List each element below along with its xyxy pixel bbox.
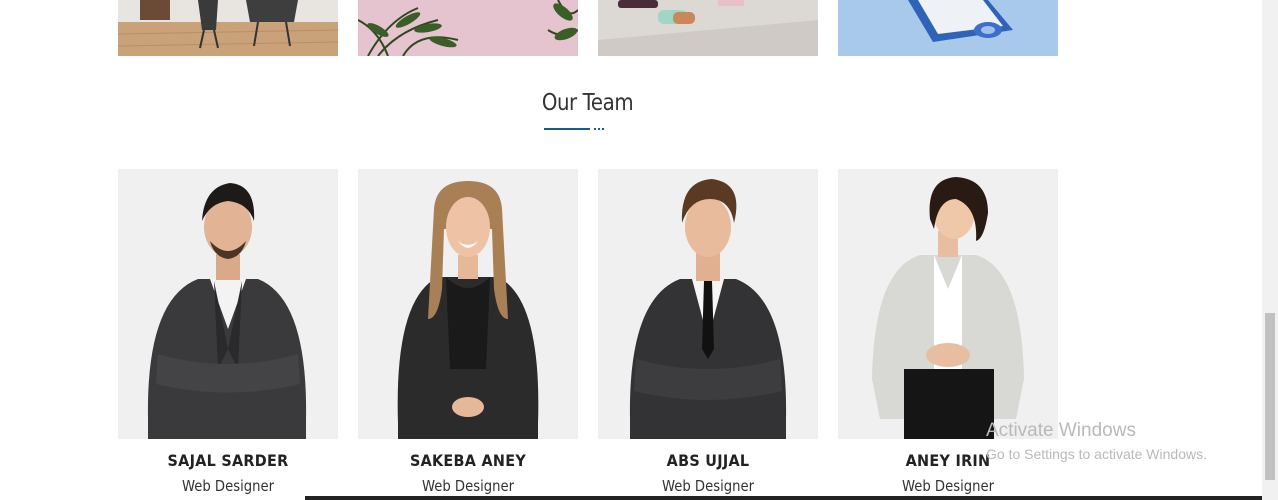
member-name[interactable]: SAJAL SARDER <box>129 451 327 470</box>
watermark-title: Activate Windows <box>986 420 1136 441</box>
gallery-image-plant[interactable] <box>358 0 578 56</box>
activate-windows-watermark: Activate Windows Go to Settings to activ… <box>986 420 1207 462</box>
team-grid: SAJAL SARDER Web Designer SAKEBA ANEY We… <box>118 169 1058 495</box>
team-card[interactable]: SAKEBA ANEY Web Designer <box>358 169 578 495</box>
member-name[interactable]: SAKEBA ANEY <box>369 451 567 470</box>
section-title: Our Team <box>541 90 634 116</box>
portfolio-gallery <box>118 0 1058 56</box>
member-role: Web Designer <box>181 477 275 495</box>
team-card[interactable]: SAJAL SARDER Web Designer <box>118 169 338 495</box>
team-member-photo <box>118 169 338 439</box>
vertical-scrollbar[interactable] <box>1262 0 1278 500</box>
scrollbar-thumb[interactable] <box>1265 313 1275 480</box>
title-underline <box>544 128 590 130</box>
watermark-subtitle: Go to Settings to activate Windows. <box>986 446 1207 462</box>
member-role: Web Designer <box>421 477 515 495</box>
gallery-image-blue[interactable] <box>838 0 1058 56</box>
member-role: Web Designer <box>901 477 995 495</box>
title-underline-dots <box>594 128 604 130</box>
team-member-photo <box>358 169 578 439</box>
team-card[interactable]: ABS UJJAL Web Designer <box>598 169 818 495</box>
gallery-image-desk[interactable] <box>598 0 818 56</box>
gallery-image-interior[interactable] <box>118 0 338 56</box>
team-member-photo <box>598 169 818 439</box>
bottom-edge-bar <box>305 496 1262 500</box>
member-name[interactable]: ABS UJJAL <box>609 451 807 470</box>
member-role: Web Designer <box>661 477 755 495</box>
team-member-photo <box>838 169 1058 439</box>
